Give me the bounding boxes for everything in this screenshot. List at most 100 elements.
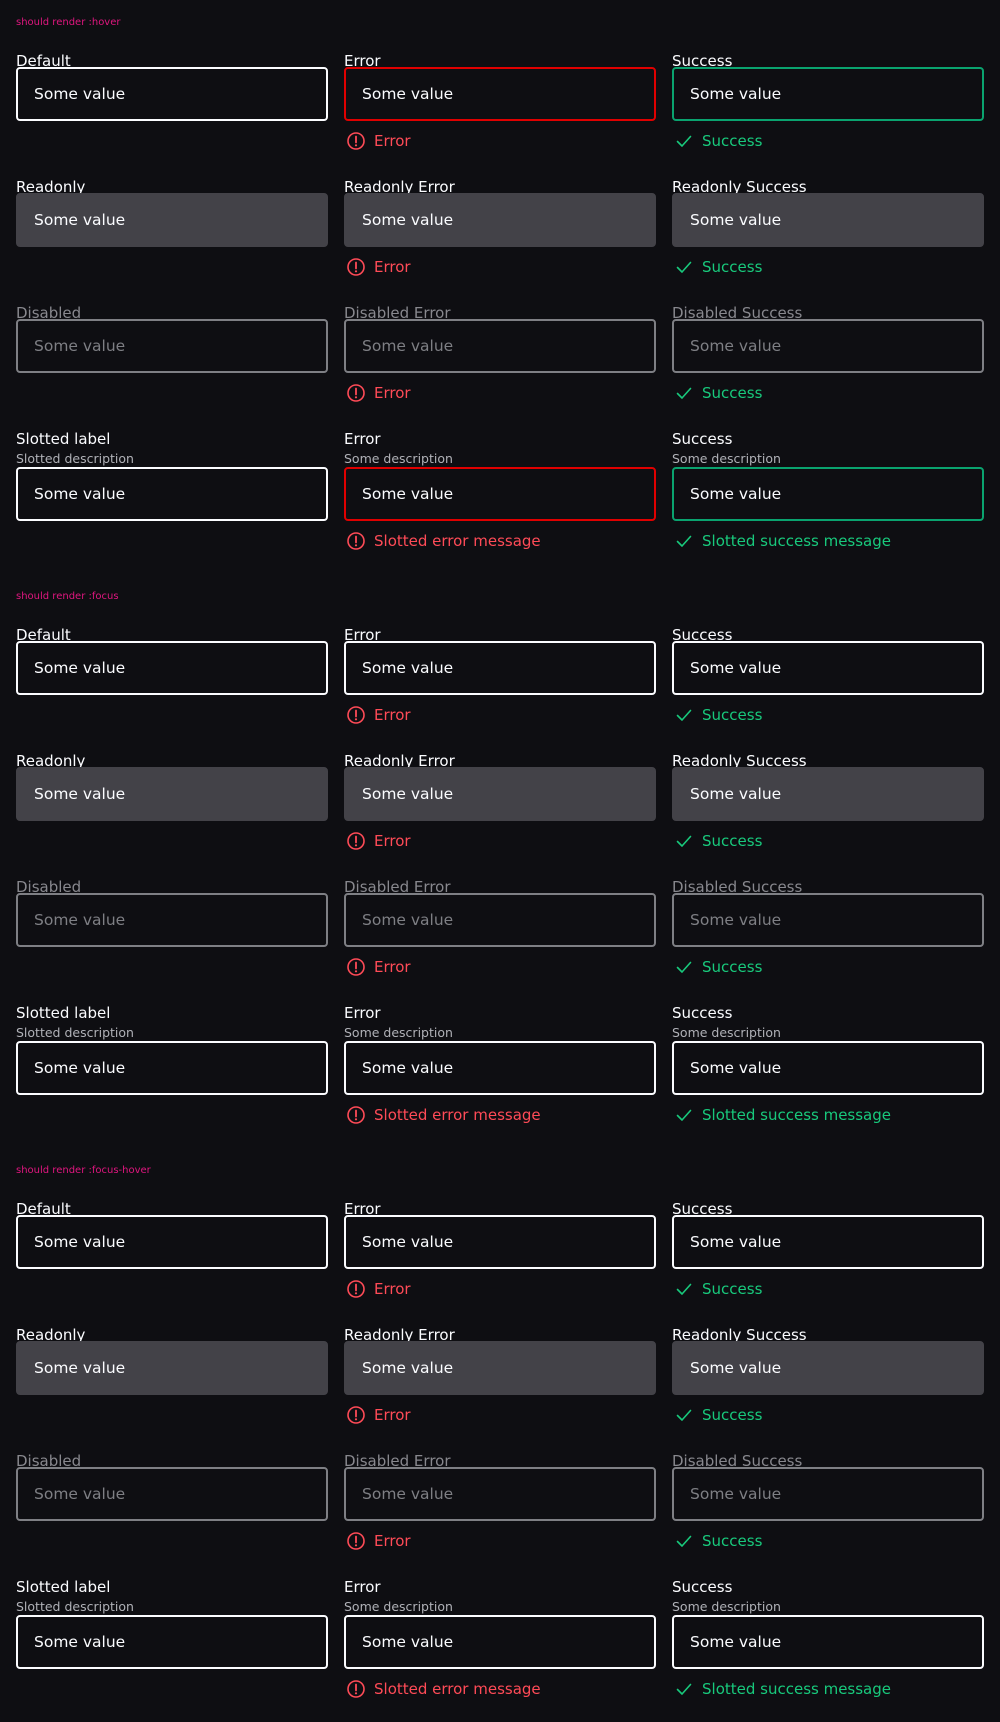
text-input[interactable] bbox=[16, 1215, 328, 1269]
field-description: Some description bbox=[672, 1025, 781, 1040]
text-field: Slotted label Slotted description bbox=[16, 1003, 328, 1135]
text-input bbox=[672, 1467, 984, 1521]
success-message: Slotted success message bbox=[674, 1679, 891, 1699]
text-field: Disabled ErrorError bbox=[344, 877, 656, 983]
text-field: Success Some description Slotted success m… bbox=[672, 1577, 984, 1709]
text-input[interactable] bbox=[672, 1615, 984, 1669]
message-text: Error bbox=[374, 258, 411, 276]
field-label: Error bbox=[344, 1578, 381, 1596]
message-text: Error bbox=[374, 1532, 411, 1550]
exclamation-circle-icon bbox=[346, 531, 374, 551]
text-input[interactable] bbox=[344, 641, 656, 695]
message-text: Error bbox=[374, 1406, 411, 1424]
text-field: Readonly bbox=[16, 1325, 328, 1431]
text-field: ErrorError bbox=[344, 51, 656, 157]
message-text: Error bbox=[374, 384, 411, 402]
text-input[interactable] bbox=[344, 1215, 656, 1269]
success-message: Success bbox=[674, 705, 762, 725]
field-label: Success bbox=[672, 430, 733, 448]
error-message: Slotted error message bbox=[346, 531, 541, 551]
exclamation-circle-icon bbox=[346, 1279, 374, 1299]
text-input[interactable] bbox=[672, 467, 984, 521]
message-text: Error bbox=[374, 832, 411, 850]
field-label: Error bbox=[344, 430, 381, 448]
text-field: Disabled bbox=[16, 1451, 328, 1557]
field-label: Slotted label bbox=[16, 1004, 111, 1022]
text-field: Readonly ErrorError bbox=[344, 1325, 656, 1431]
text-input bbox=[672, 767, 984, 821]
message-text: Error bbox=[374, 706, 411, 724]
field-description: Some description bbox=[344, 1025, 453, 1040]
message-text: Success bbox=[702, 958, 763, 976]
text-input bbox=[16, 193, 328, 247]
text-input[interactable] bbox=[16, 467, 328, 521]
message-text: Slotted success message bbox=[702, 532, 892, 550]
field-description: Slotted description bbox=[16, 1599, 134, 1614]
exclamation-circle-icon bbox=[346, 831, 374, 851]
text-input bbox=[344, 767, 656, 821]
field-label: Success bbox=[672, 1004, 733, 1022]
text-field: Error Some description Slotted error messa… bbox=[344, 429, 656, 561]
text-input[interactable] bbox=[672, 1041, 984, 1095]
message-text: Success bbox=[702, 1532, 763, 1550]
checkmark-icon bbox=[674, 831, 702, 851]
success-message: Success bbox=[674, 257, 762, 277]
text-field: ErrorError bbox=[344, 1199, 656, 1305]
message-text: Success bbox=[702, 258, 763, 276]
exclamation-circle-icon bbox=[346, 1405, 374, 1425]
text-input[interactable] bbox=[16, 67, 328, 121]
field-label: Error bbox=[344, 1004, 381, 1022]
text-input bbox=[16, 893, 328, 947]
text-field: Readonly SuccessSuccess bbox=[672, 177, 984, 283]
checkmark-icon bbox=[674, 383, 702, 403]
checkmark-icon bbox=[674, 1405, 702, 1425]
text-field: Readonly ErrorError bbox=[344, 177, 656, 283]
field-description: Some description bbox=[344, 451, 453, 466]
message-text: Success bbox=[702, 1280, 763, 1298]
error-message: Error bbox=[346, 1405, 411, 1425]
text-field: SuccessSuccess bbox=[672, 1199, 984, 1305]
text-input[interactable] bbox=[344, 1041, 656, 1095]
checkmark-icon bbox=[674, 1531, 702, 1551]
text-input[interactable] bbox=[344, 1615, 656, 1669]
field-description: Slotted description bbox=[16, 1025, 134, 1040]
error-message: Slotted error message bbox=[346, 1105, 541, 1125]
text-input[interactable] bbox=[672, 67, 984, 121]
checkmark-icon bbox=[674, 957, 702, 977]
text-input[interactable] bbox=[16, 1615, 328, 1669]
text-input[interactable] bbox=[672, 1215, 984, 1269]
text-field: Disabled ErrorError bbox=[344, 303, 656, 409]
message-text: Slotted error message bbox=[374, 1106, 541, 1124]
error-message: Error bbox=[346, 383, 411, 403]
text-field: Disabled SuccessSuccess bbox=[672, 1451, 984, 1557]
text-input bbox=[672, 1341, 984, 1395]
exclamation-circle-icon bbox=[346, 257, 374, 277]
text-field: Disabled ErrorError bbox=[344, 1451, 656, 1557]
exclamation-circle-icon bbox=[346, 705, 374, 725]
message-text: Success bbox=[702, 1406, 763, 1424]
success-message: Success bbox=[674, 1531, 762, 1551]
message-text: Slotted success message bbox=[702, 1680, 892, 1698]
text-input[interactable] bbox=[344, 467, 656, 521]
message-text: Success bbox=[702, 132, 763, 150]
text-input[interactable] bbox=[672, 641, 984, 695]
error-message: Slotted error message bbox=[346, 1679, 541, 1699]
field-label: Slotted label bbox=[16, 1578, 111, 1596]
text-input[interactable] bbox=[344, 67, 656, 121]
error-message: Error bbox=[346, 257, 411, 277]
text-field: Default bbox=[16, 51, 328, 157]
exclamation-circle-icon bbox=[346, 131, 374, 151]
text-input[interactable] bbox=[16, 641, 328, 695]
section-title: should render :focus-hover bbox=[16, 1165, 151, 1176]
text-field: Readonly SuccessSuccess bbox=[672, 1325, 984, 1431]
text-field: Disabled bbox=[16, 303, 328, 409]
text-field: Readonly bbox=[16, 751, 328, 857]
text-input bbox=[344, 893, 656, 947]
message-text: Success bbox=[702, 832, 763, 850]
error-message: Error bbox=[346, 705, 411, 725]
text-input[interactable] bbox=[16, 1041, 328, 1095]
text-field: Disabled SuccessSuccess bbox=[672, 303, 984, 409]
exclamation-circle-icon bbox=[346, 1105, 374, 1125]
text-field: Success Some description Slotted success m… bbox=[672, 1003, 984, 1135]
success-message: Slotted success message bbox=[674, 531, 891, 551]
